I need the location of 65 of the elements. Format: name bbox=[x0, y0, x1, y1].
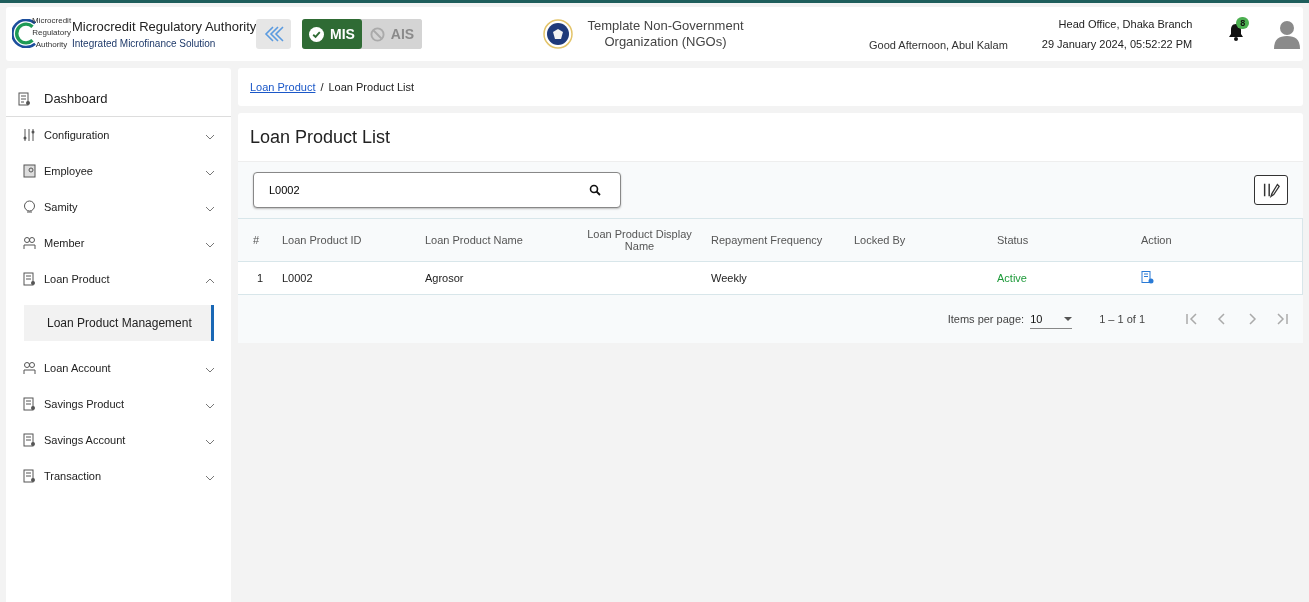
sidebar-item[interactable]: Employee bbox=[6, 153, 231, 189]
document-icon bbox=[23, 433, 36, 447]
table-cell: L0002 bbox=[282, 272, 313, 284]
column-header: Loan Product ID bbox=[282, 234, 362, 246]
last-page-icon[interactable] bbox=[1275, 313, 1289, 325]
double-chevron-left-icon bbox=[262, 25, 285, 43]
sidebar-item[interactable]: Savings Account bbox=[6, 422, 231, 458]
sliders-icon bbox=[23, 128, 36, 142]
user-avatar-icon[interactable] bbox=[1274, 19, 1301, 49]
sidebar-item[interactable]: Transaction bbox=[6, 458, 231, 494]
app-subtitle: Integrated Microfinance Solution bbox=[72, 38, 217, 49]
search-field[interactable]: L0002 bbox=[253, 172, 621, 208]
date-time: 29 January 2024, 05:52:22 PM bbox=[1041, 38, 1193, 50]
branch-name: Head Office, Dhaka Branch bbox=[1057, 18, 1193, 30]
document-icon bbox=[23, 397, 36, 411]
sidebar-item[interactable]: Configuration bbox=[6, 117, 231, 153]
sidebar-item[interactable]: Loan Account bbox=[6, 350, 231, 386]
document-icon bbox=[23, 469, 36, 483]
check-circle-icon bbox=[309, 26, 325, 42]
app-title: Microcredit Regulatory Authority bbox=[72, 19, 257, 34]
page-title: Loan Product List bbox=[249, 126, 392, 149]
column-header: Loan Product Name bbox=[425, 234, 523, 246]
first-page-icon[interactable] bbox=[1185, 313, 1199, 325]
status-text: Active bbox=[997, 272, 1027, 284]
sidebar-subitem[interactable]: Loan Product Management bbox=[24, 305, 214, 341]
sidebar-item[interactable]: Samity bbox=[6, 189, 231, 225]
id-card-icon bbox=[23, 164, 36, 178]
page-size-select[interactable]: 10 bbox=[1030, 309, 1073, 329]
blocked-icon bbox=[369, 26, 385, 42]
column-header: Repayment Frequency bbox=[711, 234, 823, 246]
sidebar-item[interactable]: Member bbox=[6, 225, 231, 261]
dropdown-caret-icon bbox=[1064, 316, 1073, 321]
greeting-text: Good Afternoon, Abul Kalam bbox=[869, 39, 1008, 51]
document-icon bbox=[18, 91, 31, 106]
logo-text: Regulatory bbox=[32, 27, 71, 39]
column-header: # bbox=[252, 234, 260, 246]
group-icon bbox=[23, 200, 36, 214]
collapse-button[interactable] bbox=[256, 19, 291, 49]
breadcrumb-separator: / bbox=[320, 81, 324, 93]
people-icon bbox=[23, 361, 36, 375]
table-cell: 1 bbox=[256, 272, 264, 284]
column-header: Locked By bbox=[854, 234, 906, 246]
organization-name: Template Non-Government Organization (NGOs) bbox=[586, 18, 745, 50]
logo-text: Authority bbox=[35, 39, 68, 51]
people-icon bbox=[23, 236, 36, 250]
notification-count: 8 bbox=[1236, 17, 1250, 29]
logo-text: Microcredit bbox=[32, 15, 72, 27]
table-cell: Weekly bbox=[711, 272, 747, 284]
breadcrumb-current: Loan Product List bbox=[328, 81, 415, 93]
search-icon[interactable] bbox=[589, 184, 601, 196]
dashboard-link[interactable]: Dashboard bbox=[6, 68, 231, 117]
sidebar-item[interactable]: Loan Product bbox=[6, 261, 231, 297]
view-document-icon[interactable] bbox=[1141, 270, 1154, 284]
column-header: Status bbox=[997, 234, 1029, 246]
column-edit-button[interactable] bbox=[1254, 175, 1288, 205]
column-header: Loan Product Display Name bbox=[586, 228, 693, 252]
seal-icon bbox=[543, 19, 573, 49]
breadcrumb-link[interactable]: Loan Product bbox=[250, 81, 316, 93]
column-header: Action bbox=[1141, 234, 1172, 246]
page-range: 1 – 1 of 1 bbox=[1099, 313, 1145, 325]
table-cell: Agrosor bbox=[425, 272, 464, 284]
items-per-page-label: Items per page: bbox=[947, 313, 1025, 325]
document-icon bbox=[23, 272, 36, 286]
sidebar-item[interactable]: Savings Product bbox=[6, 386, 231, 422]
module-tab[interactable]: MIS bbox=[302, 19, 362, 49]
